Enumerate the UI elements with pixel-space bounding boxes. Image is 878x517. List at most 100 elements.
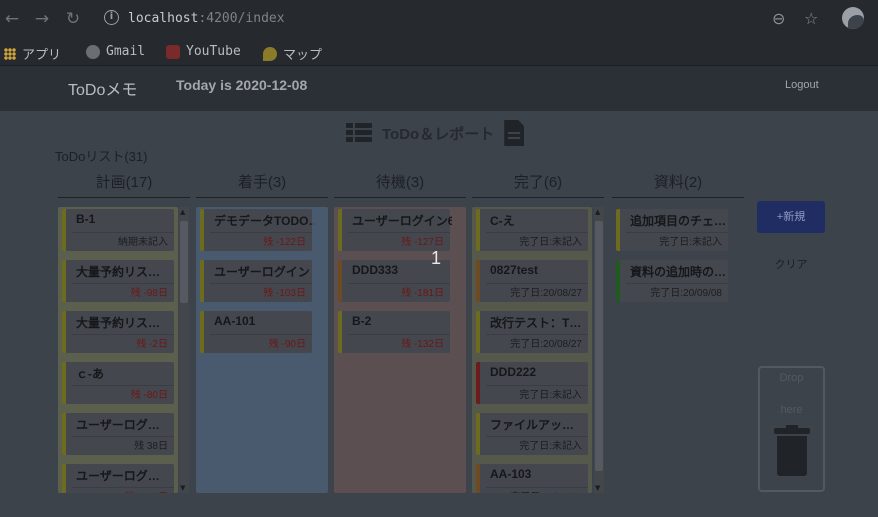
todo-card[interactable]: ユーザーログイン残 -103日: [200, 260, 312, 302]
back-arrow-icon[interactable]: ←: [2, 9, 22, 29]
card-title: 大量予約リス…: [76, 265, 161, 279]
drop-label-here: here: [780, 404, 803, 416]
todo-card[interactable]: 0827test 完了日:20/08/27: [476, 260, 588, 302]
card-status: 残 -132日: [401, 339, 444, 350]
card-title: 0827test: [490, 263, 539, 277]
column-done[interactable]: C-え 完了日:未記入 0827test 完了日:20/08/27 改行テスト：T… 完了…: [472, 207, 592, 493]
card-status: 完了日:未記入: [519, 441, 582, 452]
card-title: 大量予約リス…: [76, 316, 161, 330]
info-icon[interactable]: i: [104, 10, 119, 25]
bookmark-label: Gmail: [106, 44, 146, 59]
star-icon[interactable]: ☆: [804, 9, 818, 28]
card-title: ｃ-あ: [76, 367, 104, 381]
scroll-thumb[interactable]: [180, 221, 188, 303]
page-header: ToDo＆レポート: [346, 120, 525, 146]
card-status: 納期未記入: [118, 237, 168, 248]
column-header-started: 着手(3): [196, 171, 328, 198]
card-status: 残 -98日: [130, 288, 168, 299]
bookmark-label: YouTube: [186, 44, 241, 59]
card-title: 追加項目のチェ…: [630, 214, 727, 228]
page-title: ToDo＆レポート: [382, 125, 495, 143]
card-status: 残 -140日: [125, 488, 168, 493]
card-title: 改行テスト：T…: [490, 316, 582, 330]
card-status: 完了日:20/08/27: [510, 339, 582, 350]
card-title: ユーザーログイン: [214, 265, 310, 279]
todo-card[interactable]: ファイルアッ… 完了日:未記入: [476, 413, 588, 455]
card-status: 残 -122日: [263, 237, 306, 248]
document-icon[interactable]: [504, 120, 525, 146]
brand-logo[interactable]: ToDoメモ: [68, 76, 137, 100]
card-title: DDD222: [490, 365, 537, 379]
profile-avatar[interactable]: [842, 7, 864, 29]
list-icon: [346, 123, 372, 143]
todo-card[interactable]: AA-101 残 -90日: [200, 311, 312, 353]
todo-card[interactable]: C-え 完了日:未記入: [476, 209, 588, 251]
app-navbar: ToDoメモ Today is 2020-12-08 Logout: [0, 66, 878, 111]
apps-grid-icon: [4, 47, 16, 60]
address-bar[interactable]: localhost:4200/index: [128, 11, 285, 26]
bookmark-label: アプリ: [22, 48, 62, 63]
zoom-icon[interactable]: ⊖: [772, 9, 785, 28]
column-started[interactable]: デモデータTODO… 残 -122日ユーザーログイン残 -103日 AA-101 残 …: [196, 207, 328, 493]
forward-arrow-icon[interactable]: →: [32, 9, 52, 29]
card-title: AA-103: [490, 467, 532, 481]
bookmark-youtube[interactable]: YouTube: [166, 44, 241, 59]
card-status: 完了日:20/09/08: [650, 288, 722, 299]
scroll-up-icon[interactable]: ▲: [180, 208, 185, 216]
card-title: ファイルアッ…: [490, 418, 575, 432]
done-scrollbar[interactable]: ▲ ▼: [594, 207, 604, 493]
todo-card[interactable]: 大量予約リス… 残 -98日: [62, 260, 174, 302]
todo-card[interactable]: B-1 納期未記入: [62, 209, 174, 251]
column-waiting[interactable]: ユーザーログイン6 残 -127日 DDD333 残 -181日 B-2 残 -132日: [334, 207, 466, 493]
trash-icon: [774, 425, 810, 476]
todo-card[interactable]: B-2 残 -132日: [338, 311, 450, 353]
reload-icon[interactable]: ↻: [63, 9, 83, 29]
todo-card[interactable]: AA-103 完了日:20/09/09: [476, 464, 588, 493]
todo-card[interactable]: 資料の追加時の… 完了日:20/09/08: [616, 260, 728, 302]
main-content: ToDo＆レポート ToDoリスト(31) 計画(17) 着手(3) 待機(3)…: [0, 111, 878, 517]
card-status: 完了日:未記入: [519, 237, 582, 248]
card-title: 資料の追加時の…: [630, 265, 727, 279]
todo-card[interactable]: 改行テスト：T… 完了日:20/08/27: [476, 311, 588, 353]
browser-toolbar: ← → ↻ i localhost:4200/index ⊖ ☆: [0, 0, 878, 38]
bookmarks-bar: アプリ Gmail YouTube マップ: [0, 38, 878, 66]
scroll-down-icon[interactable]: ▼: [595, 484, 600, 492]
card-title: デモデータTODO…: [214, 214, 314, 228]
scroll-up-icon[interactable]: ▲: [595, 208, 600, 216]
todo-card[interactable]: デモデータTODO… 残 -122日: [200, 209, 314, 251]
card-title: ユーザーログイン6: [352, 214, 452, 228]
column-materials[interactable]: 追加項目のチェ… 完了日:未記入資料の追加時の… 完了日:20/09/08: [612, 207, 744, 493]
google-icon: [86, 44, 100, 59]
youtube-icon: [166, 44, 180, 59]
card-status: 残 -127日: [401, 237, 444, 248]
todo-card[interactable]: 大量予約リス… 残 -2日: [62, 311, 174, 353]
bookmark-maps[interactable]: マップ: [263, 44, 322, 63]
url-host: localhost: [128, 11, 199, 26]
card-status: 完了日:未記入: [659, 237, 722, 248]
bookmark-gmail[interactable]: Gmail: [86, 44, 145, 59]
column-header-materials: 資料(2): [612, 171, 744, 198]
drop-label: Drop: [779, 372, 804, 384]
plan-scrollbar[interactable]: ▲ ▼: [179, 207, 189, 493]
todo-card[interactable]: ユーザーログイン6 残 -127日: [338, 209, 452, 251]
bookmark-label: マップ: [283, 48, 323, 63]
todo-card[interactable]: ユーザーログ… 残 -140日: [62, 464, 174, 493]
card-status: 残 38日: [134, 441, 168, 452]
maps-pin-icon: [263, 46, 277, 61]
card-status: 完了日:20/09/09: [510, 488, 582, 493]
scroll-thumb[interactable]: [595, 221, 603, 471]
drop-zone[interactable]: Drop here: [758, 366, 825, 492]
todo-card[interactable]: ユーザーログ… 残 38日: [62, 413, 174, 455]
new-button[interactable]: +新規: [757, 201, 825, 233]
scroll-down-icon[interactable]: ▼: [180, 484, 185, 492]
today-date: Today is 2020-12-08: [176, 77, 308, 93]
bookmark-apps[interactable]: アプリ: [4, 44, 61, 63]
logout-link[interactable]: Logout: [785, 79, 819, 91]
column-header-plan: 計画(17): [58, 171, 190, 198]
todo-card[interactable]: 追加項目のチェ… 完了日:未記入: [616, 209, 728, 251]
todo-card[interactable]: ｃ-あ残 -80日: [62, 362, 174, 404]
todo-card[interactable]: DDD222 完了日:未記入: [476, 362, 588, 404]
clear-button[interactable]: クリア: [766, 255, 816, 275]
card-status: 残 -80日: [130, 390, 168, 401]
column-plan[interactable]: B-1 納期未記入大量予約リス… 残 -98日大量予約リス… 残 -2日 ｃ-あ残 -8…: [58, 207, 178, 493]
